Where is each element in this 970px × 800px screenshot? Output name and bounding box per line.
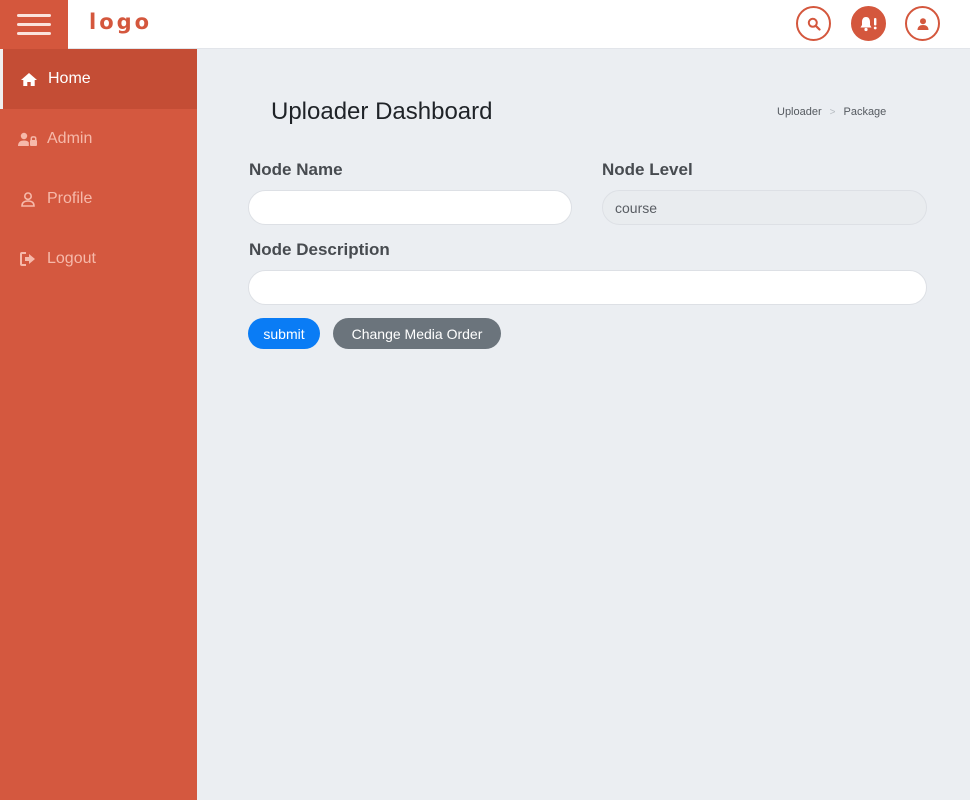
user-icon [18,190,38,208]
logo[interactable]: logo [89,10,152,34]
home-icon [19,70,39,88]
admin-icon [18,130,38,148]
submit-button[interactable]: submit [248,318,320,349]
sidebar-item-label: Profile [47,190,93,207]
bell-alert-icon[interactable] [851,6,886,41]
sidebar-item-label: Home [48,70,91,87]
change-media-order-button[interactable]: Change Media Order [333,318,501,349]
node-description-label: Node Description [249,240,390,259]
breadcrumb: Uploader > Package [777,106,886,118]
node-name-input[interactable] [248,190,572,225]
menu-line [17,14,51,17]
sidebar-item-admin[interactable]: Admin [0,109,197,169]
node-level-label: Node Level [602,160,693,179]
page-title: Uploader Dashboard [271,98,493,125]
node-description-input[interactable] [248,270,927,305]
logout-icon [18,250,38,268]
search-icon[interactable] [796,6,831,41]
node-level-input[interactable] [602,190,927,225]
sidebar-item-profile[interactable]: Profile [0,169,197,229]
sidebar-item-label: Logout [47,250,96,267]
menu-line [17,23,51,26]
menu-icon[interactable] [0,0,68,49]
node-name-label: Node Name [249,160,343,179]
top-bar: logo [0,0,970,49]
sidebar-item-label: Admin [47,130,93,147]
breadcrumb-separator: > [829,106,836,118]
sidebar: Home Admin Profile Logout [0,49,197,800]
breadcrumb-current: Package [843,106,887,118]
user-icon[interactable] [905,6,940,41]
sidebar-item-home[interactable]: Home [0,49,197,109]
sidebar-item-logout[interactable]: Logout [0,229,197,289]
menu-line [17,32,51,35]
breadcrumb-uploader-link[interactable]: Uploader [777,106,822,118]
